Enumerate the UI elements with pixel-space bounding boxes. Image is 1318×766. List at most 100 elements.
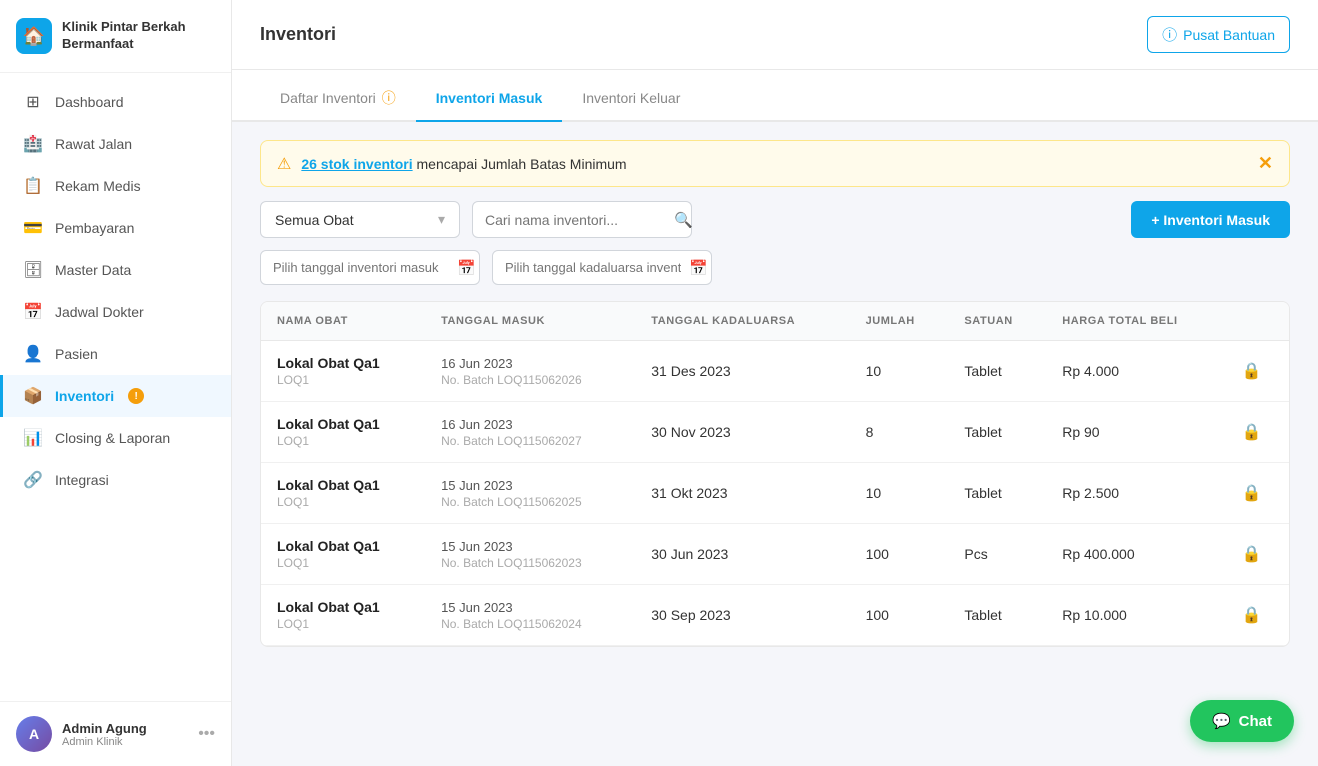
filter-bar-2: 📅 📅 [260, 250, 1290, 285]
batch-no-4: No. Batch LOQ115062024 [441, 617, 619, 631]
sidebar-item-pasien[interactable]: 👤 Pasien [0, 333, 231, 375]
cell-nama-obat-1: Lokal Obat Qa1 LOQ1 [261, 402, 425, 463]
drug-name-3: Lokal Obat Qa1 [277, 538, 409, 554]
batch-no-1: No. Batch LOQ115062027 [441, 434, 619, 448]
search-input-wrap: 🔍 [472, 201, 692, 238]
rawat-jalan-icon: 🏥 [23, 134, 43, 154]
date-in-0: 16 Jun 2023 [441, 356, 619, 371]
lock-icon-3[interactable]: 🔒 [1242, 546, 1262, 563]
cell-unit-4: Tablet [948, 585, 1046, 646]
sidebar-item-closing-laporan[interactable]: 📊 Closing & Laporan [0, 417, 231, 459]
drug-code-2: LOQ1 [277, 495, 409, 509]
cell-tanggal-masuk-2: 15 Jun 2023 No. Batch LOQ115062025 [425, 463, 635, 524]
sidebar-item-rekam-medis[interactable]: 📋 Rekam Medis [0, 165, 231, 207]
cell-price-2: Rp 2.500 [1046, 463, 1225, 524]
cell-qty-3: 100 [850, 524, 949, 585]
cell-nama-obat-0: Lokal Obat Qa1 LOQ1 [261, 341, 425, 402]
lock-icon-4[interactable]: 🔒 [1242, 607, 1262, 624]
clinic-logo: 🏠 Klinik Pintar BerkahBermanfaat [0, 0, 231, 73]
th-tanggal-kadaluarsa: TANGGAL KADALUARSA [635, 302, 849, 341]
cell-tanggal-exp-0: 31 Des 2023 [635, 341, 849, 402]
jadwal-dokter-icon: 📅 [23, 302, 43, 322]
table-row: Lokal Obat Qa1 LOQ1 16 Jun 2023 No. Batc… [261, 402, 1289, 463]
table-row: Lokal Obat Qa1 LOQ1 15 Jun 2023 No. Batc… [261, 585, 1289, 646]
drug-code-3: LOQ1 [277, 556, 409, 570]
th-jumlah: JUMLAH [850, 302, 949, 341]
date-in-4: 15 Jun 2023 [441, 600, 619, 615]
alert-close-button[interactable]: ✕ [1258, 153, 1273, 174]
content-area: Daftar Inventori ⓘ Inventori Masuk Inven… [232, 70, 1318, 766]
drug-name-1: Lokal Obat Qa1 [277, 416, 409, 432]
cell-price-1: Rp 90 [1046, 402, 1225, 463]
batch-no-0: No. Batch LOQ115062026 [441, 373, 619, 387]
batch-no-2: No. Batch LOQ115062025 [441, 495, 619, 509]
sidebar-label-jadwal-dokter: Jadwal Dokter [55, 304, 144, 320]
sidebar-label-master-data: Master Data [55, 262, 131, 278]
cell-nama-obat-3: Lokal Obat Qa1 LOQ1 [261, 524, 425, 585]
user-avatar: A [16, 716, 52, 752]
drug-name-2: Lokal Obat Qa1 [277, 477, 409, 493]
cell-lock-3: 🔒 [1226, 524, 1289, 585]
pasien-icon: 👤 [23, 344, 43, 364]
tab-inventori-masuk-label: Inventori Masuk [436, 90, 543, 106]
add-inventori-masuk-button[interactable]: + Inventori Masuk [1131, 201, 1290, 238]
lock-icon-2[interactable]: 🔒 [1242, 485, 1262, 502]
sidebar-label-rekam-medis: Rekam Medis [55, 178, 141, 194]
alert-link[interactable]: 26 stok inventori [301, 156, 412, 172]
drug-code-0: LOQ1 [277, 373, 409, 387]
cell-lock-4: 🔒 [1226, 585, 1289, 646]
cell-nama-obat-4: Lokal Obat Qa1 LOQ1 [261, 585, 425, 646]
sidebar-label-rawat-jalan: Rawat Jalan [55, 136, 132, 152]
sidebar-item-jadwal-dokter[interactable]: 📅 Jadwal Dokter [0, 291, 231, 333]
th-satuan: SATUAN [948, 302, 1046, 341]
page-title: Inventori [260, 24, 336, 45]
sidebar-item-rawat-jalan[interactable]: 🏥 Rawat Jalan [0, 123, 231, 165]
sidebar-item-integrasi[interactable]: 🔗 Integrasi [0, 459, 231, 501]
date-masuk-filter: 📅 [260, 250, 480, 285]
sidebar-item-master-data[interactable]: 🗄 Master Data [0, 249, 231, 291]
dropdown-chevron-icon: ▾ [438, 211, 445, 228]
lock-icon-1[interactable]: 🔒 [1242, 424, 1262, 441]
lock-icon-0[interactable]: 🔒 [1242, 363, 1262, 380]
tab-inventori-keluar-label: Inventori Keluar [582, 90, 680, 106]
cell-price-4: Rp 10.000 [1046, 585, 1225, 646]
sidebar-item-dashboard[interactable]: ⊞ Dashboard [0, 81, 231, 123]
chat-button[interactable]: 💬 Chat [1190, 700, 1294, 742]
inventory-table: NAMA OBAT TANGGAL MASUK TANGGAL KADALUAR… [260, 301, 1290, 647]
cell-lock-1: 🔒 [1226, 402, 1289, 463]
table-header-row: NAMA OBAT TANGGAL MASUK TANGGAL KADALUAR… [261, 302, 1289, 341]
date-kadaluarsa-filter: 📅 [492, 250, 712, 285]
cell-tanggal-exp-2: 31 Okt 2023 [635, 463, 849, 524]
category-filter-value: Semua Obat [275, 212, 354, 228]
sidebar-label-closing-laporan: Closing & Laporan [55, 430, 170, 446]
user-more-button[interactable]: ••• [198, 725, 215, 743]
sidebar-footer: A Admin Agung Admin Klinik ••• [0, 701, 231, 766]
cell-unit-2: Tablet [948, 463, 1046, 524]
tab-daftar-inventori-label: Daftar Inventori [280, 90, 376, 106]
sidebar-item-inventori[interactable]: 📦 Inventori ! [0, 375, 231, 417]
search-input[interactable] [485, 203, 666, 237]
pusat-bantuan-label: Pusat Bantuan [1183, 27, 1275, 43]
pusat-bantuan-button[interactable]: ⓘ Pusat Bantuan [1147, 16, 1290, 53]
sidebar-label-inventori: Inventori [55, 388, 114, 404]
date-in-1: 16 Jun 2023 [441, 417, 619, 432]
cell-nama-obat-2: Lokal Obat Qa1 LOQ1 [261, 463, 425, 524]
batch-no-3: No. Batch LOQ115062023 [441, 556, 619, 570]
cell-tanggal-masuk-4: 15 Jun 2023 No. Batch LOQ115062024 [425, 585, 635, 646]
tab-inventori-keluar[interactable]: Inventori Keluar [562, 74, 700, 122]
date-kadaluarsa-input[interactable] [505, 251, 681, 284]
drug-code-1: LOQ1 [277, 434, 409, 448]
cell-tanggal-exp-4: 30 Sep 2023 [635, 585, 849, 646]
category-filter[interactable]: Semua Obat ▾ [260, 201, 460, 238]
cell-tanggal-masuk-3: 15 Jun 2023 No. Batch LOQ115062023 [425, 524, 635, 585]
add-button-label: + Inventori Masuk [1151, 212, 1270, 228]
sidebar-item-pembayaran[interactable]: 💳 Pembayaran [0, 207, 231, 249]
cell-unit-3: Pcs [948, 524, 1046, 585]
cell-tanggal-masuk-1: 16 Jun 2023 No. Batch LOQ115062027 [425, 402, 635, 463]
inventori-badge: ! [128, 388, 144, 404]
tab-daftar-inventori[interactable]: Daftar Inventori ⓘ [260, 74, 416, 122]
tab-inventori-masuk[interactable]: Inventori Masuk [416, 74, 563, 122]
date-masuk-input[interactable] [273, 251, 449, 284]
user-name: Admin Agung [62, 721, 188, 736]
cell-qty-4: 100 [850, 585, 949, 646]
